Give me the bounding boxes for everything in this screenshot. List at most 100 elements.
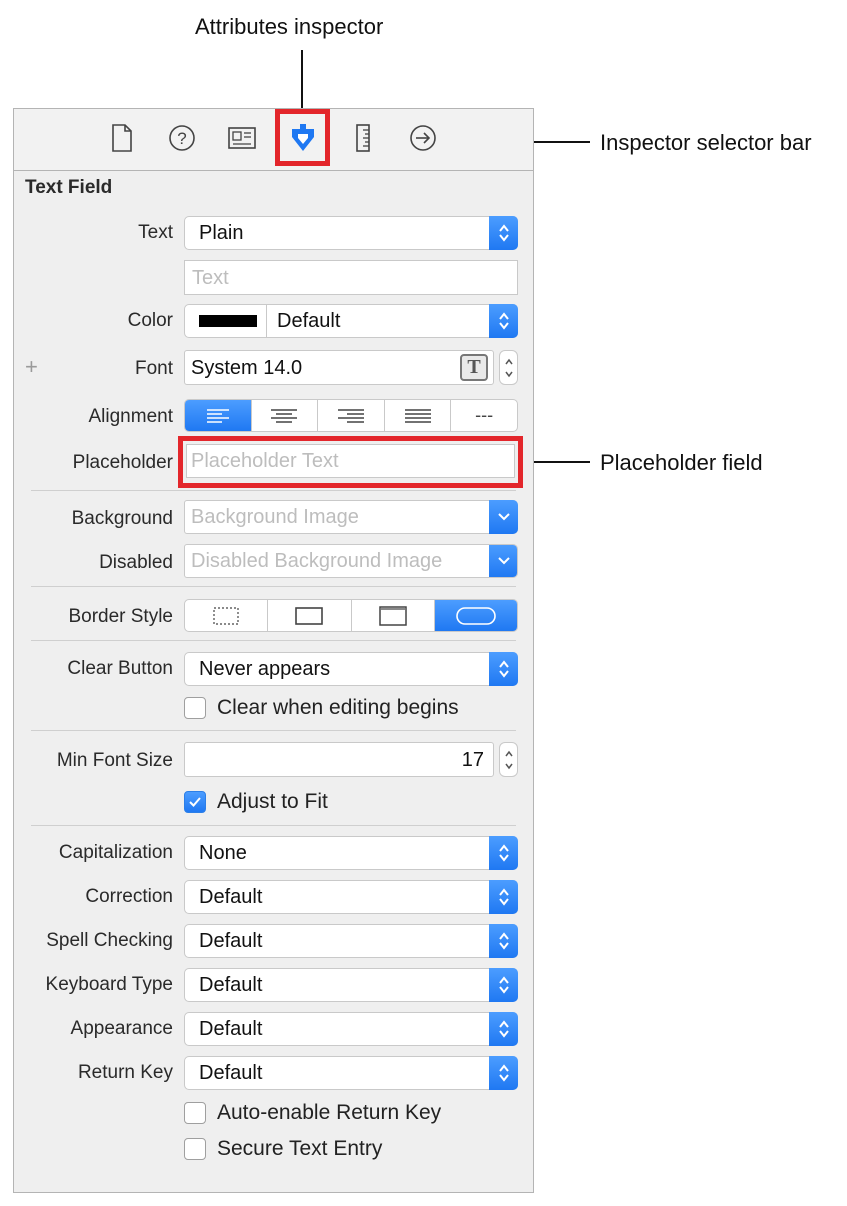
placeholder-label: Placeholder [72, 452, 173, 473]
popup-arrows-icon [489, 1012, 518, 1046]
callout-line-attributes [301, 50, 303, 112]
alignment-label: Alignment [88, 406, 174, 427]
auto-enable-return-key-checkbox[interactable]: Auto-enable Return Key [184, 1100, 441, 1126]
min-font-size-stepper[interactable] [499, 742, 518, 777]
clear-button-value: Never appears [199, 658, 331, 680]
popup-arrows-icon [489, 1056, 518, 1090]
align-natural-button[interactable]: --- [451, 400, 517, 431]
align-right-button[interactable] [318, 400, 385, 431]
text-content-placeholder: Text [192, 267, 229, 289]
text-type-value: Plain [199, 222, 244, 244]
align-left-button[interactable] [185, 400, 252, 431]
divider [31, 825, 516, 826]
background-image-combo[interactable]: Background Image [184, 500, 518, 534]
color-popup[interactable]: Default [184, 304, 518, 338]
font-label: Font [134, 358, 173, 379]
text-type-popup[interactable]: Plain [184, 216, 518, 250]
popup-arrows-icon [489, 880, 518, 914]
identity-icon[interactable] [226, 121, 258, 155]
chevron-down-icon [489, 545, 517, 577]
secure-text-entry-checkbox[interactable]: Secure Text Entry [184, 1136, 382, 1162]
placeholder-field[interactable]: Placeholder Text [186, 444, 515, 478]
border-bezel-button[interactable] [352, 600, 435, 631]
popup-arrows-icon [489, 652, 518, 686]
background-label: Background [71, 508, 173, 529]
size-icon[interactable] [347, 121, 379, 155]
align-justify-button[interactable] [385, 400, 452, 431]
min-font-size-field[interactable]: 17 [184, 742, 494, 777]
return-key-popup[interactable]: Default [184, 1056, 518, 1090]
placeholder-field-placeholder: Placeholder Text [191, 450, 339, 472]
divider [31, 586, 516, 587]
adjust-to-fit-label: Adjust to Fit [217, 790, 328, 813]
background-image-placeholder: Background Image [191, 506, 359, 528]
disabled-label: Disabled [99, 552, 173, 573]
spell-checking-value: Default [199, 930, 263, 952]
border-style-label: Border Style [68, 606, 173, 627]
divider [31, 490, 516, 491]
border-none-icon [213, 606, 239, 625]
capitalization-value: None [199, 842, 247, 864]
border-rounded-icon [456, 606, 496, 625]
divider [31, 640, 516, 641]
connections-icon[interactable] [407, 121, 439, 155]
keyboard-type-label: Keyboard Type [45, 974, 173, 995]
clear-button-popup[interactable]: Never appears [184, 652, 518, 686]
file-icon[interactable] [106, 121, 138, 155]
min-font-size-label: Min Font Size [56, 750, 173, 771]
alignment-segmented-control: --- [184, 399, 518, 432]
secure-text-entry-label: Secure Text Entry [217, 1137, 383, 1160]
min-font-size-value: 17 [461, 749, 484, 771]
adjust-to-fit-checkbox[interactable]: Adjust to Fit [184, 789, 328, 815]
popup-arrows-icon [489, 836, 518, 870]
font-size-stepper[interactable] [499, 350, 518, 385]
text-content-field[interactable]: Text [184, 260, 518, 295]
inspector-selector-bar: ? [14, 109, 533, 171]
keyboard-type-popup[interactable]: Default [184, 968, 518, 1002]
correction-popup[interactable]: Default [184, 880, 518, 914]
checkmark-icon [184, 791, 206, 813]
callout-placeholder-field: Placeholder field [600, 450, 763, 475]
checkbox-box [184, 1138, 206, 1160]
font-picker-icon[interactable]: T [460, 354, 488, 381]
callout-attributes-inspector: Attributes inspector [195, 14, 384, 39]
spell-checking-popup[interactable]: Default [184, 924, 518, 958]
chevron-down-icon [489, 500, 518, 534]
border-line-button[interactable] [268, 600, 352, 631]
auto-enable-return-key-label: Auto-enable Return Key [217, 1101, 442, 1124]
disabled-image-combo[interactable]: Disabled Background Image [184, 544, 518, 578]
font-field[interactable]: System 14.0 T [184, 350, 494, 385]
align-right-icon [337, 408, 364, 423]
help-icon[interactable]: ? [166, 121, 198, 155]
border-rounded-button[interactable] [434, 600, 517, 631]
divider [31, 730, 516, 731]
align-justify-icon [404, 408, 431, 423]
keyboard-type-value: Default [199, 974, 263, 996]
capitalization-label: Capitalization [58, 842, 173, 863]
color-swatch [199, 315, 257, 327]
color-label: Color [127, 310, 173, 331]
popup-arrows-icon [489, 924, 518, 958]
appearance-popup[interactable]: Default [184, 1012, 518, 1046]
align-center-button[interactable] [252, 400, 319, 431]
border-line-icon [295, 606, 324, 625]
border-none-button[interactable] [185, 600, 269, 631]
popup-arrows-icon [489, 216, 518, 250]
popup-arrows-icon [489, 304, 518, 338]
popup-arrows-icon [489, 968, 518, 1002]
callout-selector-bar: Inspector selector bar [600, 130, 812, 155]
attributes-icon[interactable] [275, 109, 330, 166]
text-label: Text [138, 222, 173, 243]
color-value: Default [277, 310, 341, 332]
clear-when-editing-label: Clear when editing begins [217, 696, 459, 719]
svg-text:?: ? [177, 129, 186, 148]
spell-checking-label: Spell Checking [46, 930, 173, 951]
font-add-button[interactable]: + [25, 354, 38, 380]
capitalization-popup[interactable]: None [184, 836, 518, 870]
checkbox-box [184, 1102, 206, 1124]
disabled-image-placeholder: Disabled Background Image [191, 550, 443, 572]
appearance-label: Appearance [70, 1018, 173, 1039]
align-center-icon [271, 408, 298, 423]
clear-when-editing-checkbox[interactable]: Clear when editing begins [184, 695, 459, 721]
correction-label: Correction [85, 886, 173, 907]
